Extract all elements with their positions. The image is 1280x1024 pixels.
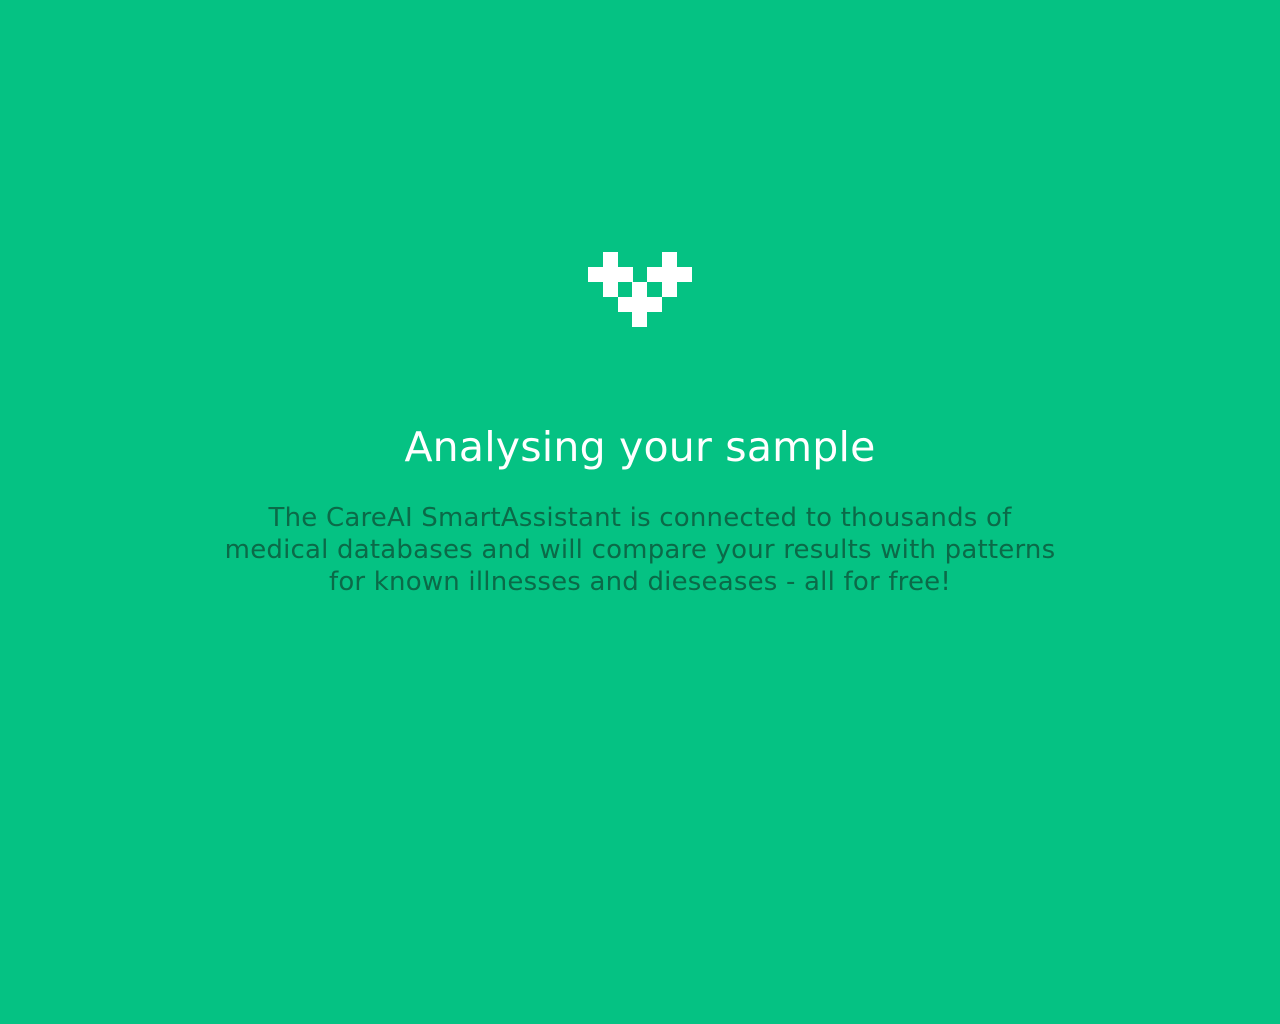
page-title: Analysing your sample: [404, 423, 876, 471]
pixel-heart-icon: [588, 252, 692, 327]
description-text: The CareAI SmartAssistant is connected t…: [224, 503, 1056, 597]
loading-screen: Analysing your sample The CareAI SmartAs…: [0, 0, 1280, 1024]
